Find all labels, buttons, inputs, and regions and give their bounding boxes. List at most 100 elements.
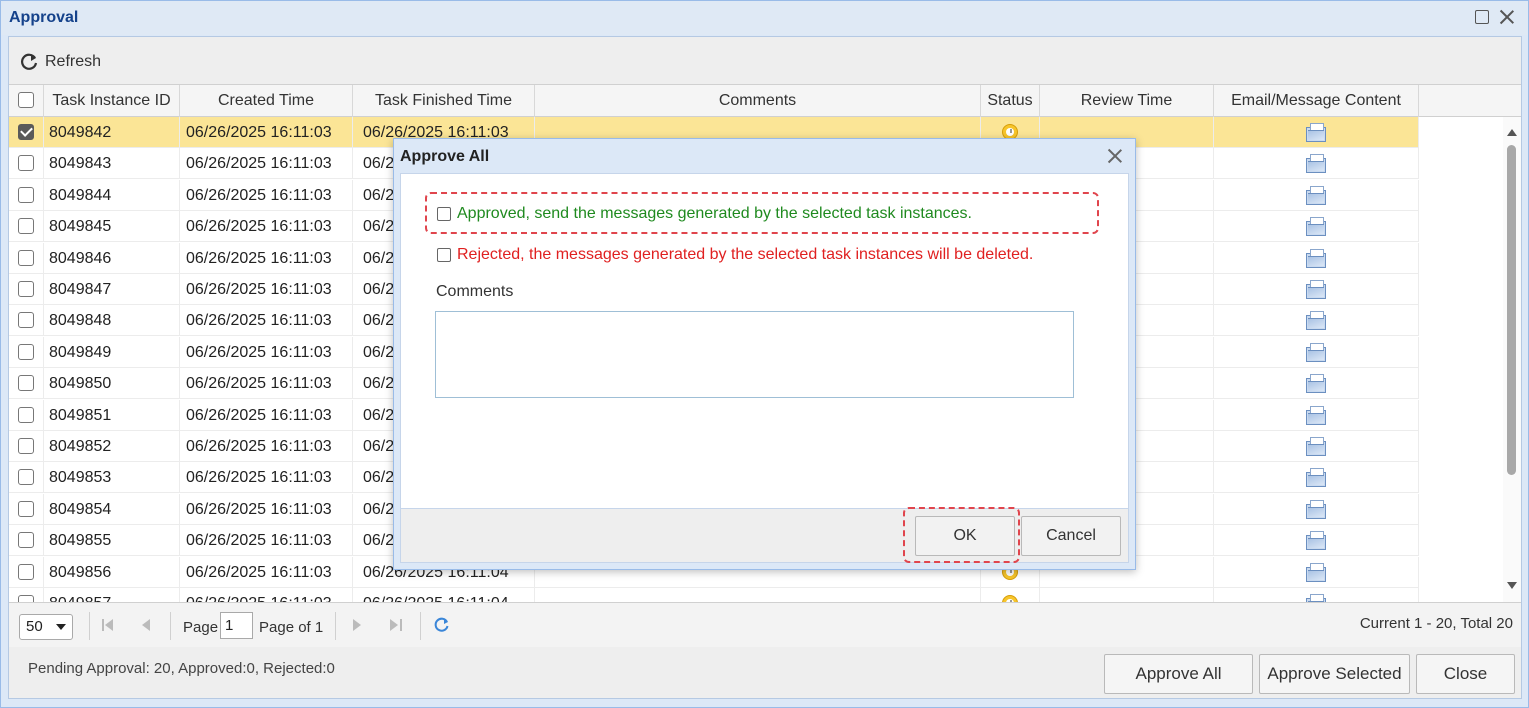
row-select-cell[interactable]: [9, 148, 44, 180]
col-status[interactable]: Status: [981, 85, 1040, 117]
close-icon[interactable]: [1498, 8, 1516, 26]
cell-created-time: 06/26/2025 16:11:03: [180, 368, 353, 400]
select-all-checkbox[interactable]: [18, 92, 34, 108]
cell-task-instance-id: 8049852: [44, 431, 180, 462]
cell-email-message-content: [1214, 493, 1419, 525]
envelope-icon[interactable]: [1306, 185, 1326, 205]
first-page-icon[interactable]: [101, 617, 117, 633]
row-checkbox[interactable]: [18, 406, 34, 423]
scroll-up-icon[interactable]: [1507, 129, 1517, 136]
row-select-cell[interactable]: [9, 274, 44, 305]
cell-created-time: 06/26/2025 16:11:03: [180, 431, 353, 462]
row-checkbox[interactable]: [18, 469, 34, 486]
scroll-down-icon[interactable]: [1507, 582, 1517, 589]
row-checkbox[interactable]: [18, 532, 34, 549]
row-select-cell[interactable]: [9, 242, 44, 274]
row-checkbox[interactable]: [18, 375, 34, 392]
prev-page-icon[interactable]: [139, 617, 155, 633]
comments-textarea[interactable]: [435, 311, 1074, 398]
cell-email-message-content: [1214, 368, 1419, 400]
row-select-cell[interactable]: [9, 117, 44, 148]
maximize-icon[interactable]: [1473, 8, 1491, 26]
cell-created-time: 06/26/2025 16:11:03: [180, 525, 353, 557]
row-select-cell[interactable]: [9, 525, 44, 557]
envelope-icon[interactable]: [1306, 468, 1326, 488]
col-comments[interactable]: Comments: [535, 85, 981, 117]
window-title: Approval: [9, 9, 79, 26]
reject-option[interactable]: Rejected, the messages generated by the …: [437, 246, 1033, 264]
cell-created-time: 06/26/2025 16:11:03: [180, 556, 353, 588]
page-number-input[interactable]: 1: [220, 612, 253, 639]
cell-comments: [535, 588, 981, 602]
toolbar: Refresh: [9, 37, 1521, 85]
row-checkbox[interactable]: [18, 312, 34, 329]
row-select-cell[interactable]: [9, 431, 44, 462]
envelope-icon[interactable]: [1306, 217, 1326, 237]
table-row[interactable]: 804985706/26/2025 16:11:0306/26/2025 16:…: [9, 588, 1419, 602]
envelope-icon[interactable]: [1306, 248, 1326, 268]
envelope-icon[interactable]: [1306, 280, 1326, 299]
cell-email-message-content: [1214, 588, 1419, 602]
row-select-cell[interactable]: [9, 211, 44, 243]
envelope-icon[interactable]: [1306, 123, 1326, 142]
close-button[interactable]: Close: [1416, 654, 1515, 694]
envelope-icon[interactable]: [1306, 437, 1326, 456]
reload-icon[interactable]: [434, 617, 450, 633]
row-checkbox[interactable]: [18, 155, 34, 172]
col-task-finished-time[interactable]: Task Finished Time: [353, 85, 535, 117]
envelope-icon[interactable]: [1306, 311, 1326, 331]
last-page-icon[interactable]: [388, 617, 404, 633]
row-select-cell[interactable]: [9, 336, 44, 368]
envelope-icon[interactable]: [1306, 154, 1326, 174]
envelope-icon[interactable]: [1306, 342, 1326, 362]
row-select-cell[interactable]: [9, 462, 44, 494]
approve-all-button[interactable]: Approve All: [1104, 654, 1253, 694]
row-checkbox[interactable]: [18, 186, 34, 203]
envelope-icon[interactable]: [1306, 562, 1326, 582]
row-checkbox[interactable]: [18, 595, 34, 602]
cell-task-instance-id: 8049851: [44, 399, 180, 431]
row-checkbox[interactable]: [18, 500, 34, 517]
envelope-icon[interactable]: [1306, 499, 1326, 519]
refresh-button[interactable]: Refresh: [19, 49, 101, 75]
next-page-icon[interactable]: [349, 617, 365, 633]
cell-task-finished-time: 06/26/2025 16:11:04: [353, 588, 535, 602]
row-checkbox[interactable]: [18, 218, 34, 235]
col-task-instance-id[interactable]: Task Instance ID: [44, 85, 180, 117]
col-email-message-content[interactable]: Email/Message Content: [1214, 85, 1419, 117]
cell-task-instance-id: 8049855: [44, 525, 180, 557]
envelope-icon[interactable]: [1306, 405, 1326, 425]
row-select-cell[interactable]: [9, 399, 44, 431]
row-checkbox[interactable]: [18, 124, 34, 140]
row-checkbox[interactable]: [18, 249, 34, 266]
col-review-time[interactable]: Review Time: [1040, 85, 1214, 117]
scroll-thumb[interactable]: [1507, 145, 1516, 475]
cell-created-time: 06/26/2025 16:11:03: [180, 242, 353, 274]
envelope-icon[interactable]: [1306, 531, 1326, 551]
approve-selected-button[interactable]: Approve Selected: [1259, 654, 1410, 694]
row-select-cell[interactable]: [9, 179, 44, 211]
row-select-cell[interactable]: [9, 368, 44, 400]
row-select-cell[interactable]: [9, 305, 44, 337]
cell-email-message-content: [1214, 525, 1419, 557]
reject-checkbox[interactable]: [437, 248, 451, 262]
dialog-close-icon[interactable]: [1106, 147, 1124, 165]
row-checkbox[interactable]: [18, 438, 34, 454]
row-checkbox[interactable]: [18, 563, 34, 580]
cell-created-time: 06/26/2025 16:11:03: [180, 211, 353, 243]
row-select-cell[interactable]: [9, 493, 44, 525]
row-select-cell[interactable]: [9, 556, 44, 588]
page-size-select[interactable]: 50: [19, 614, 73, 640]
cell-task-instance-id: 8049842: [44, 117, 180, 148]
cancel-button[interactable]: Cancel: [1021, 516, 1121, 556]
col-created-time[interactable]: Created Time: [180, 85, 353, 117]
cell-task-instance-id: 8049846: [44, 242, 180, 274]
vertical-scrollbar[interactable]: [1503, 117, 1521, 602]
header-select-all[interactable]: [9, 85, 44, 117]
row-select-cell[interactable]: [9, 588, 44, 602]
envelope-icon[interactable]: [1306, 374, 1326, 394]
row-checkbox[interactable]: [18, 343, 34, 360]
clock-icon: [1002, 595, 1018, 602]
row-checkbox[interactable]: [18, 281, 34, 297]
approval-status-text: Pending Approval: 20, Approved:0, Reject…: [28, 660, 335, 677]
